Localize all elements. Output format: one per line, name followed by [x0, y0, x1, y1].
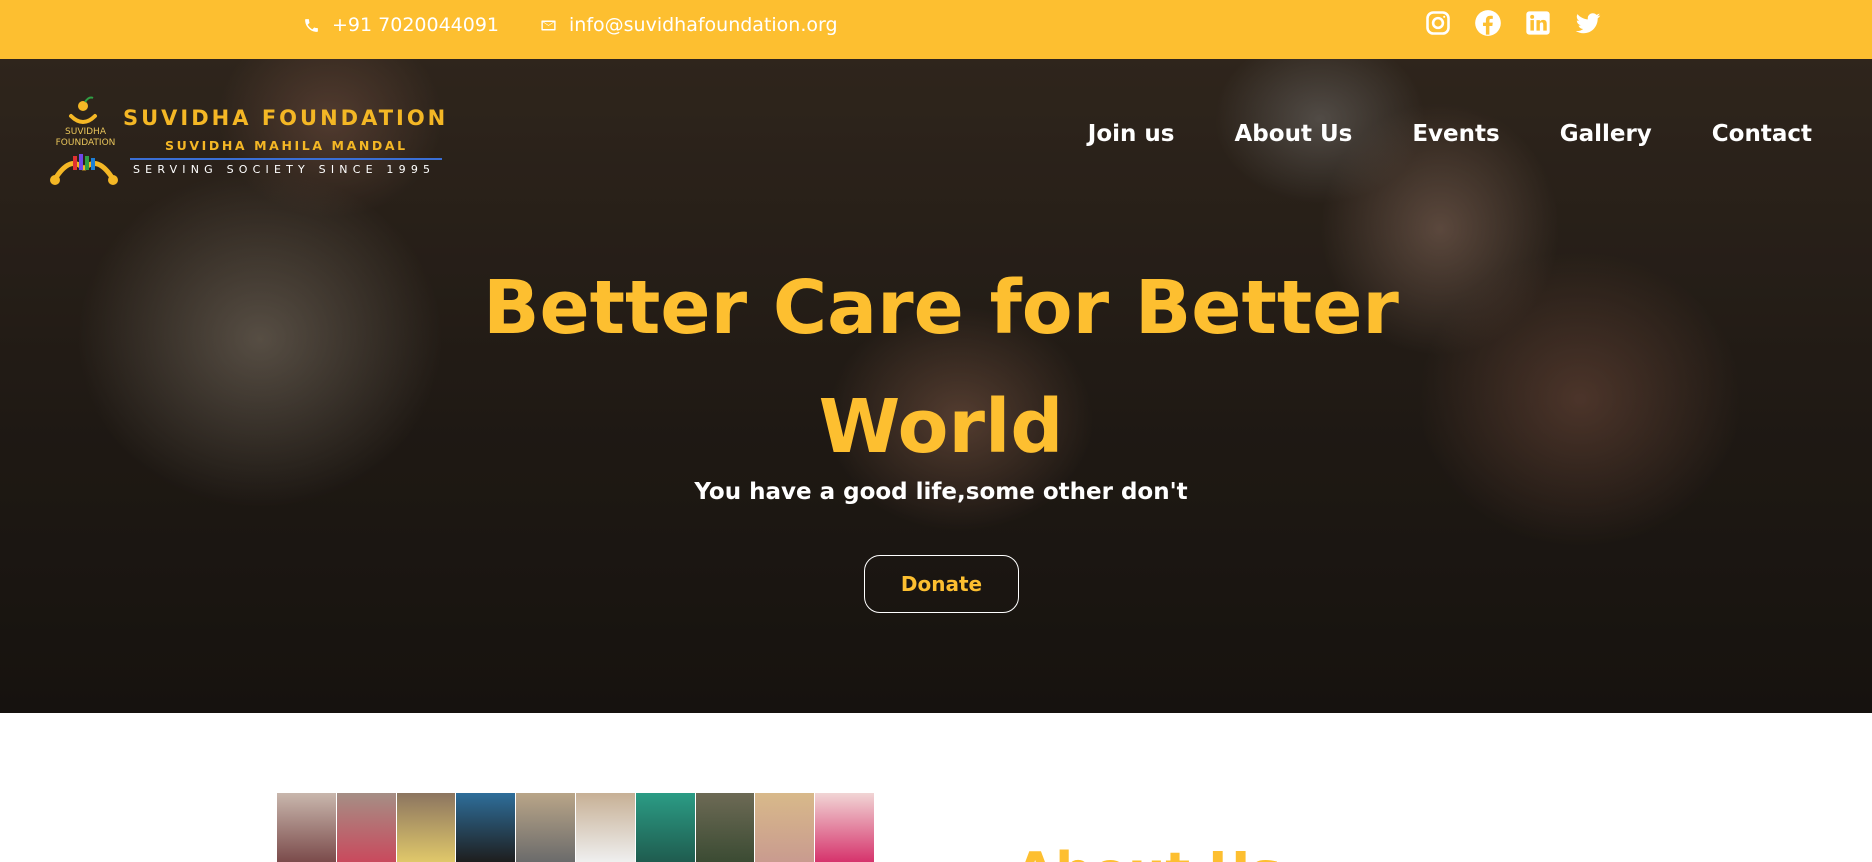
- social-links: [1424, 9, 1602, 37]
- mail-icon: [541, 20, 556, 30]
- collage-photo: [815, 793, 875, 862]
- collage-photo: [396, 793, 457, 862]
- collage-photo: [635, 793, 696, 862]
- collage-photo: [695, 793, 756, 862]
- collage-photo: [277, 793, 337, 862]
- collage-photo: [755, 793, 816, 862]
- collage-photo: [516, 793, 576, 862]
- phone-icon: [305, 18, 318, 32]
- logo-tagline: SERVING SOCIETY SINCE 1995: [133, 163, 436, 176]
- collage-photo: [456, 793, 517, 862]
- main-nav: Join us About Us Events Gallery Contact: [1088, 121, 1812, 147]
- nav-about-us[interactable]: About Us: [1235, 121, 1353, 147]
- email-address[interactable]: info@suvidhafoundation.org: [569, 14, 838, 36]
- collage-photo: [336, 793, 397, 862]
- nav-join-us[interactable]: Join us: [1088, 121, 1175, 147]
- hero-subtitle: You have a good life,some other don't: [694, 479, 1188, 505]
- volunteer-photo-collage: [277, 793, 875, 862]
- logo-subtitle: SUVIDHA MAHILA MANDAL: [165, 138, 408, 153]
- phone-number[interactable]: +91 7020044091: [332, 14, 499, 36]
- hero-banner: SUVIDHA FOUNDATION SUVIDHA FOUNDATION SU…: [0, 59, 1872, 713]
- site-logo[interactable]: SUVIDHA FOUNDATION SUVIDHA FOUNDATION SU…: [45, 94, 450, 194]
- nav-events[interactable]: Events: [1412, 121, 1499, 147]
- email-contact[interactable]: info@suvidhafoundation.org: [540, 0, 838, 50]
- logo-brand-name: SUVIDHA FOUNDATION: [123, 106, 449, 130]
- hero-title: Better Care for Better World: [483, 265, 1399, 470]
- twitter-icon[interactable]: [1574, 9, 1602, 37]
- nav-gallery[interactable]: Gallery: [1560, 121, 1652, 147]
- donate-button[interactable]: Donate: [864, 555, 1019, 613]
- top-bar: +91 7020044091 info@suvidhafoundation.or…: [0, 0, 1872, 59]
- logo-divider: [130, 158, 442, 160]
- logo-emblem-text: SUVIDHA FOUNDATION: [55, 127, 116, 148]
- nav-contact[interactable]: Contact: [1712, 121, 1812, 147]
- linkedin-icon[interactable]: [1524, 9, 1552, 37]
- instagram-icon[interactable]: [1424, 9, 1452, 37]
- facebook-icon[interactable]: [1474, 9, 1502, 37]
- about-section-heading: About Us: [1015, 842, 1281, 862]
- phone-contact[interactable]: +91 7020044091: [303, 0, 499, 50]
- collage-photo: [575, 793, 636, 862]
